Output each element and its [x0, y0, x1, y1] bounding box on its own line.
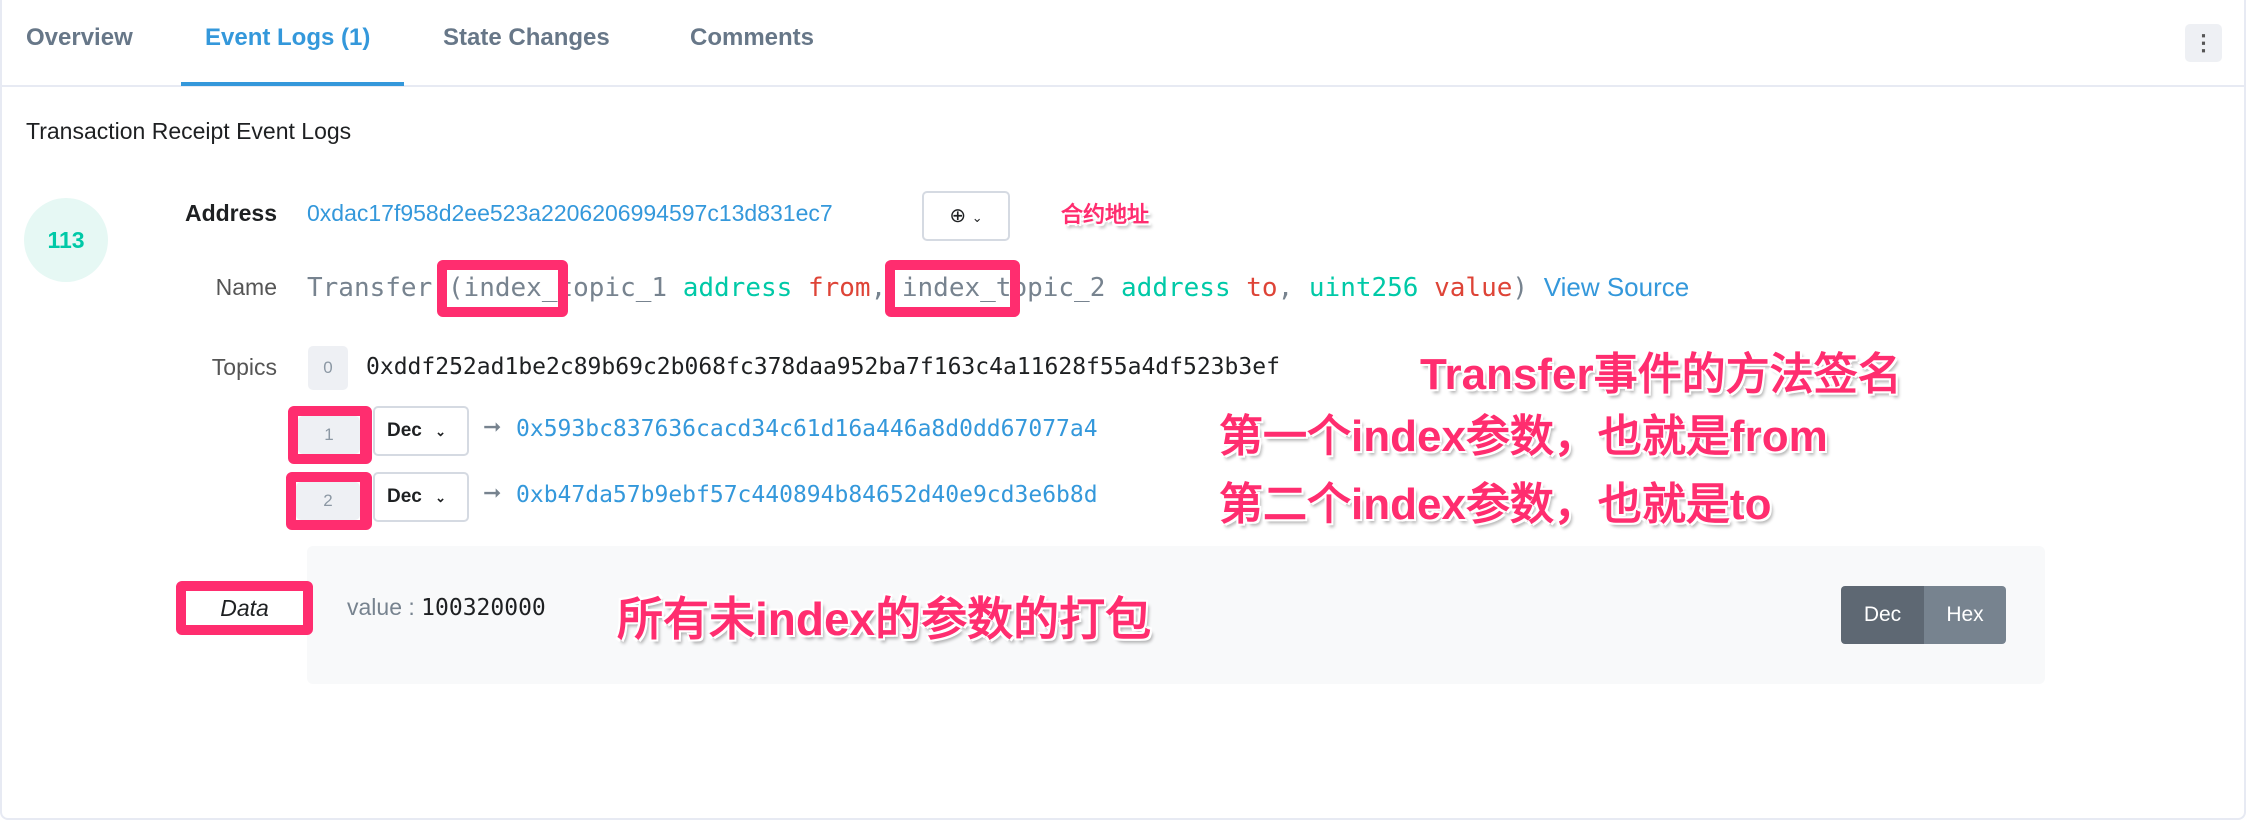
tab-comments[interactable]: Comments	[690, 24, 814, 52]
param-type: address	[1121, 273, 1231, 303]
separator: ,	[870, 273, 887, 303]
dec-toggle-button[interactable]: Dec	[1841, 586, 1924, 644]
annotation-address: 合约地址	[1061, 202, 1150, 227]
param-type: address	[682, 273, 793, 303]
data-label: Data	[220, 595, 269, 621]
topic-1-address-link[interactable]: 0x593bc837636cacd34c61d16a446a8d0dd67077…	[516, 416, 1098, 442]
paren: )	[1512, 273, 1529, 303]
topics-label: Topics	[211, 354, 277, 380]
topic-0-value: 0xddf252ad1be2c89b69c2b068fc378daa952ba7…	[366, 354, 1280, 380]
topic-2-address-link[interactable]: 0xb47da57b9ebf57c440894b84652d40e9cd3e6b…	[516, 482, 1098, 508]
annotation-data: 所有未index的参数的打包	[617, 593, 1152, 645]
param-name: from	[807, 273, 871, 303]
section-title: Transaction Receipt Event Logs	[26, 118, 352, 144]
more-options-button[interactable]: ⋮	[2185, 24, 2222, 62]
hex-toggle-button[interactable]: Hex	[1924, 586, 2006, 644]
contract-address-link[interactable]: 0xdac17f958d2ee523a2206206994597c13d831e…	[307, 200, 833, 227]
annotation-highlight	[437, 260, 568, 317]
topic-2-format-select[interactable]: Dec ⌄	[373, 472, 469, 522]
separator: ,	[1277, 273, 1294, 303]
annotation-topic1: 第一个index参数，也就是from	[1219, 412, 1828, 461]
data-field: value : 100320000	[347, 594, 546, 621]
arrow-right-icon: ➞	[483, 480, 502, 505]
param-name: to	[1246, 273, 1278, 303]
annotation-highlight	[885, 260, 1020, 317]
chevron-down-icon: ⌄	[435, 490, 447, 505]
data-value: 100320000	[421, 595, 546, 621]
tab-overview[interactable]: Overview	[26, 24, 133, 52]
annotation-topic0: Transfer事件的方法签名	[1420, 350, 1902, 399]
topic-index-badge: 0	[308, 346, 348, 390]
name-label: Name	[215, 274, 277, 300]
data-panel	[307, 546, 2045, 684]
annotation-topic2: 第二个index参数，也就是to	[1219, 480, 1772, 529]
topic-1-format-select[interactable]: Dec ⌄	[373, 406, 469, 456]
topic-index-badge: 2	[296, 482, 360, 520]
chevron-down-icon: ⌄	[971, 210, 983, 225]
address-lookup-dropdown[interactable]: ⊕ ⌄	[922, 191, 1010, 241]
arrow-right-icon: ➞	[483, 414, 502, 439]
log-index-badge: 113	[24, 198, 108, 282]
data-key: value :	[347, 594, 415, 620]
address-label: Address	[184, 200, 277, 226]
topic-index-badge: 1	[298, 416, 360, 454]
event-name: Transfer	[307, 273, 433, 303]
tab-event-logs[interactable]: Event Logs (1)	[205, 24, 370, 52]
zoom-in-icon: ⊕	[949, 205, 967, 227]
view-source-link[interactable]: View Source	[1544, 272, 1690, 302]
param-name: value	[1434, 273, 1513, 303]
param-type: uint256	[1308, 273, 1419, 303]
active-tab-indicator	[181, 82, 404, 86]
chevron-down-icon: ⌄	[435, 424, 447, 439]
more-vertical-icon: ⋮	[2192, 30, 2215, 55]
format-value: Dec	[387, 486, 422, 507]
tab-state-changes[interactable]: State Changes	[443, 24, 610, 52]
format-value: Dec	[387, 420, 422, 441]
